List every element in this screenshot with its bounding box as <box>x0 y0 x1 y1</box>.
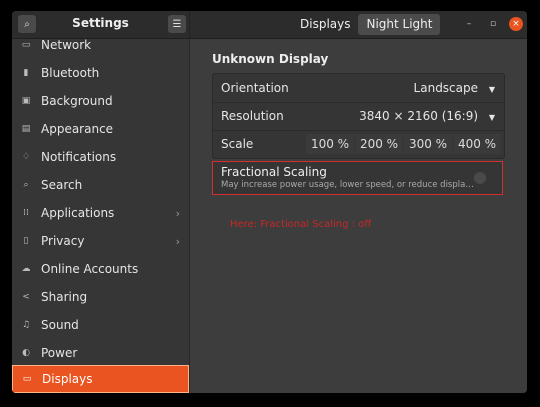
minimize-icon: – <box>466 19 472 29</box>
sidebar-item-label: Notifications <box>41 150 117 164</box>
sidebar-item-power[interactable]: ◐ Power <box>12 339 189 367</box>
sidebar-item-applications[interactable]: ⁞⁞ Applications › <box>12 199 189 227</box>
sidebar-item-label: Bluetooth <box>41 66 100 80</box>
orientation-row[interactable]: Orientation Landscape ▼ <box>213 74 504 103</box>
dropdown-arrow-icon: ▼ <box>488 113 495 122</box>
sound-icon: ♫ <box>21 320 31 330</box>
sidebar-item-label: Applications <box>41 206 115 220</box>
sidebar-header: ⌕ Settings ☰ <box>12 11 190 38</box>
display-settings-pane: Unknown Display Orientation Landscape ▼ … <box>190 39 527 393</box>
sidebar-item-label: Search <box>41 178 83 192</box>
online-accounts-icon: ☁ <box>21 264 31 274</box>
scale-label: Scale <box>221 137 254 151</box>
sharing-icon: < <box>22 292 30 302</box>
sidebar-item-label: Displays <box>42 372 93 386</box>
hamburger-menu-icon: ☰ <box>172 18 182 30</box>
sidebar-item-sound[interactable]: ♫ Sound <box>12 311 189 339</box>
sidebar-item-network[interactable]: ▭ Network <box>12 39 189 59</box>
display-name-heading: Unknown Display <box>212 52 329 66</box>
network-icon: ▭ <box>21 40 31 50</box>
sidebar-item-sharing[interactable]: < Sharing <box>12 283 189 311</box>
power-icon: ◐ <box>22 348 30 358</box>
orientation-dropdown[interactable]: Landscape ▼ <box>414 81 495 95</box>
sidebar-item-notifications[interactable]: ♢ Notifications <box>12 143 189 171</box>
app-title: Settings <box>72 16 129 30</box>
search-icon: ⌕ <box>23 180 29 190</box>
sidebar: ▭ Network ▮ Bluetooth ▣ Background ▤ App… <box>12 39 190 393</box>
view-switcher: Displays Night Light <box>292 14 441 35</box>
resolution-dropdown[interactable]: 3840 × 2160 (16:9) ▼ <box>359 109 495 123</box>
fractional-scaling-subtitle: May increase power usage, lower speed, o… <box>221 180 474 190</box>
sidebar-item-label: Sharing <box>41 290 88 304</box>
close-icon: × <box>512 19 520 29</box>
sidebar-item-label: Privacy <box>41 234 85 248</box>
sidebar-item-privacy[interactable]: ▯ Privacy › <box>12 227 189 255</box>
sidebar-item-label: Power <box>41 346 78 360</box>
sidebar-item-search[interactable]: ⌕ Search <box>12 171 189 199</box>
menu-button[interactable]: ☰ <box>168 15 186 33</box>
maximize-button[interactable]: ▫ <box>486 17 500 31</box>
header-bar: ⌕ Settings ☰ Displays Night Light – ▫ × <box>12 11 527 39</box>
notifications-icon: ♢ <box>21 152 31 162</box>
close-button[interactable]: × <box>509 17 523 31</box>
annotation-text: Here: Fractional Scaling : off <box>230 219 372 230</box>
scale-option-400[interactable]: 400 % <box>453 134 501 154</box>
fractional-scaling-title: Fractional Scaling <box>221 165 327 179</box>
resolution-row[interactable]: Resolution 3840 × 2160 (16:9) ▼ <box>213 102 504 131</box>
sidebar-item-label: Background <box>41 94 113 108</box>
orientation-value: Landscape <box>413 81 479 95</box>
display-settings-list: Orientation Landscape ▼ Resolution 3840 … <box>212 73 505 159</box>
scale-option-100[interactable]: 100 % <box>306 134 354 154</box>
sidebar-item-background[interactable]: ▣ Background <box>12 87 189 115</box>
minimize-button[interactable]: – <box>462 17 476 31</box>
privacy-icon: ▯ <box>23 236 29 246</box>
background-icon: ▣ <box>21 96 31 106</box>
sidebar-item-label: Appearance <box>41 122 114 136</box>
settings-window: ⌕ Settings ☰ Displays Night Light – ▫ × … <box>12 11 527 393</box>
resolution-value: 3840 × 2160 (16:9) <box>359 109 479 123</box>
maximize-icon: ▫ <box>489 19 497 29</box>
sidebar-item-label: Sound <box>41 318 79 332</box>
orientation-label: Orientation <box>221 81 289 95</box>
scale-selector: 100 % 200 % 300 % 400 % <box>305 134 501 154</box>
scale-option-300[interactable]: 300 % <box>404 134 452 154</box>
sidebar-item-displays[interactable]: ▭ Displays <box>12 365 189 393</box>
sidebar-item-online-accounts[interactable]: ☁ Online Accounts <box>12 255 189 283</box>
tab-night-light[interactable]: Night Light <box>358 14 441 35</box>
displays-icon: ▭ <box>22 374 32 384</box>
fractional-scaling-row[interactable]: Fractional Scaling May increase power us… <box>212 161 503 195</box>
resolution-label: Resolution <box>221 109 284 123</box>
sidebar-item-label: Online Accounts <box>41 262 139 276</box>
fractional-scaling-switch[interactable] <box>474 172 486 184</box>
scale-row: Scale 100 % 200 % 300 % 400 % <box>213 130 504 158</box>
applications-icon: ⁞⁞ <box>23 208 29 218</box>
scale-option-200[interactable]: 200 % <box>355 134 403 154</box>
chevron-right-icon: › <box>175 234 180 248</box>
appearance-icon: ▤ <box>21 124 31 134</box>
sidebar-item-bluetooth[interactable]: ▮ Bluetooth <box>12 59 189 87</box>
sidebar-item-label: Network <box>41 39 92 52</box>
chevron-right-icon: › <box>175 206 180 220</box>
dropdown-arrow-icon: ▼ <box>488 85 495 94</box>
tab-displays[interactable]: Displays <box>292 14 358 35</box>
bluetooth-icon: ▮ <box>23 68 29 78</box>
sidebar-item-appearance[interactable]: ▤ Appearance <box>12 115 189 143</box>
